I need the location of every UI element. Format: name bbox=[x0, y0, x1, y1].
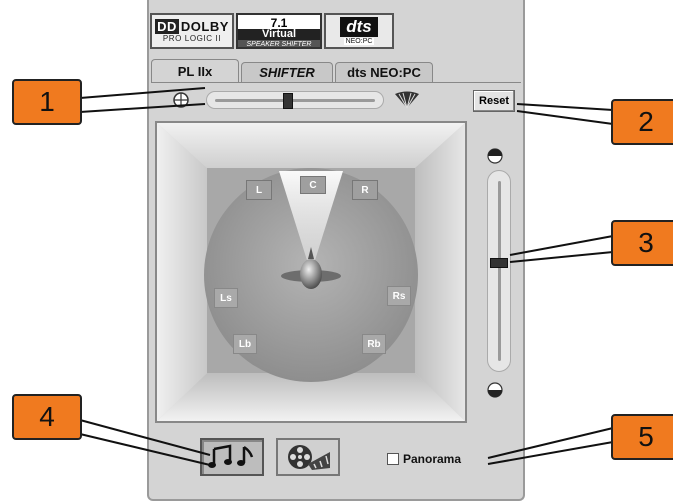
leader-line-2 bbox=[516, 103, 614, 111]
callout-4-number: 4 bbox=[39, 401, 55, 432]
callout-3-number: 3 bbox=[638, 227, 654, 258]
callout-1: 1 bbox=[12, 79, 82, 125]
callout-3: 3 bbox=[611, 220, 673, 266]
callout-leaders bbox=[79, 87, 614, 466]
callout-2-number: 2 bbox=[638, 106, 654, 137]
leader-line-2b bbox=[516, 110, 614, 125]
leader-line-1b bbox=[79, 103, 206, 113]
callout-1-number: 1 bbox=[39, 86, 55, 117]
callout-5: 5 bbox=[611, 414, 673, 460]
callout-4: 4 bbox=[12, 394, 82, 440]
callout-5-number: 5 bbox=[638, 421, 654, 452]
leader-line-3 bbox=[509, 235, 614, 256]
callout-2: 2 bbox=[611, 99, 673, 145]
leader-line-1 bbox=[79, 87, 206, 99]
leader-line-3b bbox=[509, 251, 614, 263]
